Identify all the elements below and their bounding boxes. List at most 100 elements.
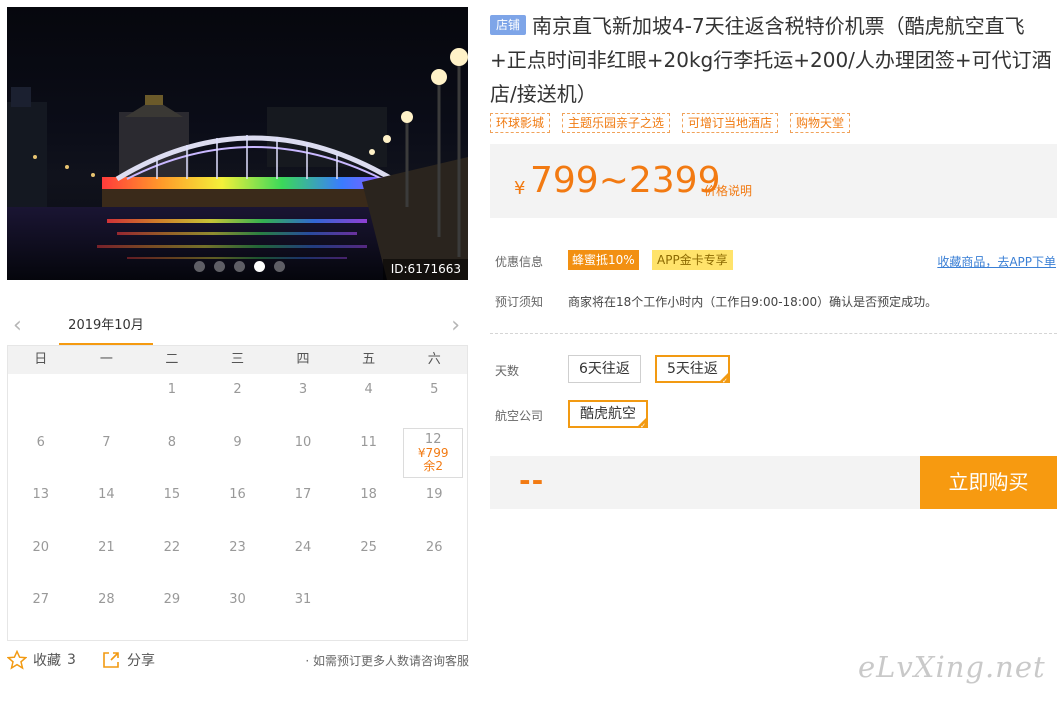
buy-now-button[interactable]: 立即购买 [920,456,1057,509]
share-button[interactable]: 分享 [101,650,155,670]
calendar-day: 28 [98,592,115,607]
product-tags: 环球影城 主题乐园亲子之选 可增订当地酒店 购物天堂 [490,113,851,133]
calendar-day: 23 [229,539,246,555]
calendar-day: 8 [167,434,177,450]
consult-note: · 如需预订更多人数请咨询客服 [305,654,469,668]
chevron-right-icon[interactable]: › [451,314,460,338]
booking-notice-text: 商家将在18个工作小时内（工作日9:00-18:00）确认是否预定成功。 [568,295,938,309]
calendar-day: 3 [298,382,308,397]
calendar-day: 15 [163,487,181,502]
calendar-day: 31 [294,592,312,607]
calendar-day: 18 [360,487,377,502]
carousel-dot[interactable] [194,261,205,272]
site-watermark: eLvXing.net [858,650,1046,684]
carousel-dot[interactable] [214,261,225,272]
price-explain-link[interactable]: 价格说明 [704,182,752,199]
calendar-day: 1 [167,382,177,397]
days-option-5-selected[interactable]: 5天往返 [655,355,730,387]
calendar-day: 5 [430,382,439,397]
calendar-empty-cell [401,584,467,637]
calendar-day-number: 12 [424,431,442,447]
carousel-dots [194,261,285,272]
date-calendar: 日一二三四五六 1 2 3 4 5 6 7 8 9 10 11 12 ¥799 余2 13 14 15 16 17 1… [7,345,468,641]
favorite-label: 收藏 [33,653,61,669]
weekday-label: 四 [296,352,310,367]
calendar-day-price: ¥799 [417,445,449,460]
favorite-go-app-link[interactable]: 收藏商品，去APP下单 [937,253,1056,270]
calendar-empty-cell [336,584,402,637]
star-icon [7,650,27,670]
calendar-days: 1 2 3 4 5 6 7 8 9 10 11 12 ¥799 余2 13 14 15 16 17 18 19 20 21 2… [8,374,467,637]
calendar-day: 13 [32,487,50,502]
product-title: 店铺 南京直飞新加坡4-7天往返含税特价机票（酷虎航空直飞+正点时间非红眼+20k… [490,9,1055,111]
shop-tag: 店铺 [490,15,527,35]
calendar-day: 4 [364,382,373,397]
product-tag[interactable]: 可增订当地酒店 [682,113,779,133]
calendar-day: 10 [294,434,312,450]
discount-label: 优惠信息 [495,255,544,269]
product-photo[interactable]: ID:6171663 [7,7,468,280]
calendar-day: 21 [98,539,115,555]
weekday-label: 一 [99,352,113,367]
calendar-weekday-header: 日一二三四五六 [8,346,467,374]
carousel-dot-active[interactable] [254,261,265,272]
product-tag[interactable]: 购物天堂 [790,113,851,133]
photo-id-label: ID:6171663 [382,259,468,280]
calendar-day: 26 [425,539,443,555]
calendar-day: 6 [36,434,45,450]
weekday-label: 三 [230,352,244,367]
calendar-nav: ‹ 2019年10月 › [7,312,468,346]
weekday-label: 二 [165,352,179,367]
product-tag[interactable]: 主题乐园亲子之选 [562,113,671,133]
calendar-day: 30 [229,592,246,607]
calendar-day: 7 [102,434,111,450]
app-gold-card-badge: APP金卡专享 [652,250,733,270]
favorite-count: 3 [67,652,76,668]
price-currency: ¥ [514,178,526,199]
calendar-day: 19 [425,487,443,502]
share-icon [103,652,119,668]
weekday-label: 六 [427,352,441,367]
product-title-text: 南京直飞新加坡4-7天往返含税特价机票（酷虎航空直飞+正点时间非红眼+20kg行… [490,14,1052,106]
favorite-button[interactable]: 收藏 3 [7,650,76,670]
price-range: 799~2399 [530,160,721,201]
honey-discount-badge: 蜂蜜抵10% [568,250,639,270]
airline-option-selected[interactable]: 酷虎航空 [568,400,648,432]
weekday-label: 日 [34,352,48,367]
days-option-6[interactable]: 6天往返 [568,355,641,383]
calendar-day-available[interactable]: 12 ¥799 余2 [401,427,467,480]
chevron-left-icon[interactable]: ‹ [13,314,22,338]
calendar-day: 24 [294,539,312,555]
share-label: 分享 [127,653,155,669]
section-divider [490,333,1057,334]
calendar-day-box[interactable]: 12 ¥799 余2 [403,427,463,478]
calendar-day: 17 [294,487,312,502]
calendar-empty-cell [74,374,140,427]
total-price: -- [519,464,545,497]
product-title-block: 店铺 南京直飞新加坡4-7天往返含税特价机票（酷虎航空直飞+正点时间非红眼+20k… [490,9,1055,111]
calendar-day: 9 [233,434,242,450]
days-label: 天数 [495,364,520,378]
carousel-dot[interactable] [234,261,245,272]
calendar-day: 11 [360,434,377,450]
calendar-day-stock: 余2 [423,458,444,473]
calendar-day: 14 [98,487,115,502]
calendar-day: 2 [233,382,242,397]
carousel-dot[interactable] [274,261,285,272]
calendar-day: 20 [32,539,50,555]
buy-bar: -- 立即购买 [490,456,1057,509]
price-box: ¥ 799~2399 价格说明 [490,144,1057,218]
product-tag[interactable]: 环球影城 [490,113,551,133]
product-actions: 收藏 3 分享 · 如需预订更多人数请咨询客服 [7,650,469,672]
calendar-day: 29 [163,592,181,607]
calendar-empty-cell [8,374,74,427]
calendar-day: 16 [229,487,246,502]
booking-notice-label: 预订须知 [495,295,544,309]
calendar-day: 22 [163,539,181,555]
airline-label: 航空公司 [495,409,544,423]
calendar-month-tab[interactable]: 2019年10月 [59,316,153,346]
calendar-day: 27 [32,592,50,607]
photo-night-bridge-illustration [7,48,468,280]
weekday-label: 五 [362,352,376,367]
calendar-day: 25 [360,539,377,555]
